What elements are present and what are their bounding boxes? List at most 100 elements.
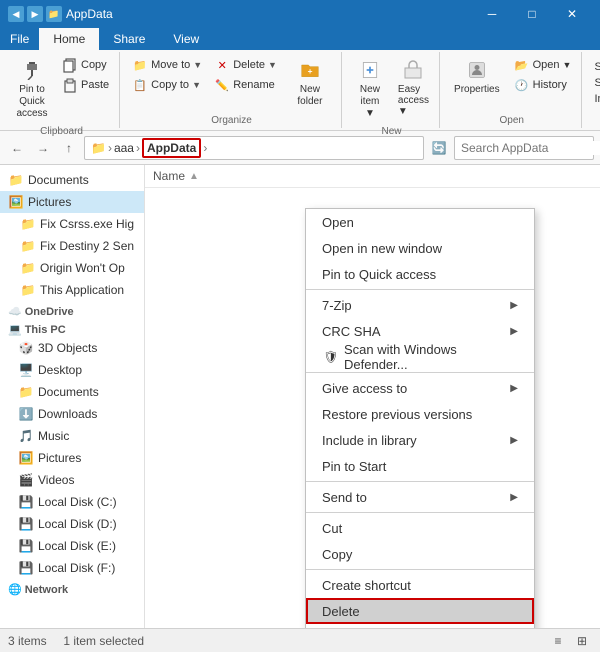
cm-cut[interactable]: Cut bbox=[306, 515, 534, 541]
select-all-button[interactable]: Select all bbox=[590, 60, 600, 74]
open-label: Open bbox=[533, 59, 560, 71]
sidebar-item-downloads[interactable]: ⬇️ Downloads bbox=[0, 403, 144, 425]
rename-button[interactable]: ✏️ Rename bbox=[210, 76, 281, 94]
maximize-button[interactable]: □ bbox=[512, 0, 552, 28]
addressbar: ← → ↑ 📁 › aaa › AppData › 🔄 🔍 bbox=[0, 131, 600, 165]
sidebar-label: OneDrive bbox=[25, 306, 74, 318]
sidebar-section-thispc[interactable]: 💻 This PC bbox=[0, 319, 144, 337]
tab-view[interactable]: View bbox=[159, 28, 213, 50]
pin-quick-button[interactable]: Pin to Quickaccess bbox=[10, 56, 54, 122]
sidebar-item-disk-e[interactable]: 💾 Local Disk (E:) bbox=[0, 535, 144, 557]
folder-icon: 📁 bbox=[18, 384, 34, 400]
cm-crc-sha[interactable]: CRC SHA ▶ bbox=[306, 318, 534, 344]
rename-label: Rename bbox=[233, 79, 275, 91]
tab-share[interactable]: Share bbox=[99, 28, 159, 50]
cm-defender[interactable]: 🛡 Scan with Windows Defender... bbox=[306, 344, 534, 370]
view-large-button[interactable]: ⊞ bbox=[572, 631, 592, 651]
path-appdata[interactable]: AppData bbox=[142, 138, 201, 158]
sidebar-item-pictures2[interactable]: 🖼️ Pictures bbox=[0, 447, 144, 469]
cm-pin-quick[interactable]: Pin to Quick access bbox=[306, 261, 534, 287]
cm-include-arrow: ▶ bbox=[510, 435, 518, 446]
cm-delete[interactable]: Delete bbox=[306, 598, 534, 624]
filearea-content[interactable]: No preview available. Open Open in new w… bbox=[145, 188, 600, 628]
history-button[interactable]: 🕐 History bbox=[510, 76, 576, 94]
cm-include-library[interactable]: Include in library ▶ bbox=[306, 427, 534, 453]
select-none-button[interactable]: Select none bbox=[590, 76, 600, 90]
easy-access-button[interactable]: Easy access ▼ bbox=[394, 56, 433, 119]
sidebar-label: 3D Objects bbox=[38, 341, 97, 355]
paste-button[interactable]: Paste bbox=[58, 76, 113, 94]
minimize-button[interactable]: ─ bbox=[472, 0, 512, 28]
copy-icon bbox=[62, 57, 78, 73]
cm-create-shortcut[interactable]: Create shortcut bbox=[306, 572, 534, 598]
view-details-button[interactable]: ≡ bbox=[548, 631, 568, 651]
cm-give-access[interactable]: Give access to ▶ bbox=[306, 375, 534, 401]
disk-icon: 💾 bbox=[18, 494, 34, 510]
ribbon-group-select: Select all Select none Invert selection … bbox=[584, 52, 600, 128]
path-folder-icon: 📁 bbox=[91, 141, 106, 155]
cm-restore[interactable]: Restore previous versions bbox=[306, 401, 534, 427]
delete-button[interactable]: ✕ Delete ▼ bbox=[210, 56, 281, 74]
close-button[interactable]: ✕ bbox=[552, 0, 592, 28]
new-folder-button[interactable]: + Newfolder bbox=[285, 56, 335, 110]
back-icon: ◀ bbox=[8, 6, 24, 22]
refresh-button[interactable]: 🔄 bbox=[428, 137, 450, 159]
cm-copy[interactable]: Copy bbox=[306, 541, 534, 567]
copy-button[interactable]: Copy bbox=[58, 56, 113, 74]
sidebar-item-desktop[interactable]: 🖥️ Desktop bbox=[0, 359, 144, 381]
titlebar-left: ◀ ▶ 📁 AppData bbox=[8, 6, 113, 22]
statusbar-right: ≡ ⊞ bbox=[548, 631, 592, 651]
open-button[interactable]: 📂 Open ▼ bbox=[510, 56, 576, 74]
sidebar-item-music[interactable]: 🎵 Music bbox=[0, 425, 144, 447]
delete-arrow: ▼ bbox=[268, 60, 277, 70]
path-aaa[interactable]: aaa bbox=[114, 141, 134, 155]
sidebar-item-disk-f[interactable]: 💾 Local Disk (F:) bbox=[0, 557, 144, 579]
properties-button[interactable]: Properties bbox=[448, 56, 506, 97]
sidebar-label: Desktop bbox=[38, 363, 82, 377]
cm-copy-label: Copy bbox=[322, 547, 352, 562]
cm-sep-2 bbox=[306, 372, 534, 373]
sidebar-item-pictures[interactable]: 🖼️ Pictures bbox=[0, 191, 144, 213]
cm-open-new-window[interactable]: Open in new window bbox=[306, 235, 534, 261]
copy-to-button[interactable]: 📋 Copy to ▼ bbox=[128, 76, 206, 94]
up-button[interactable]: ↑ bbox=[58, 137, 80, 159]
sidebar-section-onedrive[interactable]: ☁️ OneDrive bbox=[0, 301, 144, 319]
cm-cut-label: Cut bbox=[322, 521, 342, 536]
tab-file[interactable]: File bbox=[0, 28, 39, 50]
tab-home[interactable]: Home bbox=[39, 28, 99, 50]
organize-label: Organize bbox=[211, 115, 252, 128]
search-input[interactable] bbox=[461, 141, 600, 155]
network-icon: 🌐 bbox=[8, 583, 22, 596]
svg-text:+: + bbox=[307, 66, 312, 76]
cm-7zip[interactable]: 7-Zip ▶ bbox=[306, 292, 534, 318]
sidebar-label: Network bbox=[25, 584, 68, 596]
new-item-button[interactable]: Newitem ▼ bbox=[350, 56, 390, 122]
cm-sep-3 bbox=[306, 481, 534, 482]
move-to-button[interactable]: 📁 Move to ▼ bbox=[128, 56, 206, 74]
cm-defender-label: Scan with Windows Defender... bbox=[344, 342, 518, 372]
sort-icon: ▲ bbox=[189, 171, 199, 182]
cm-send-to[interactable]: Send to ▶ bbox=[306, 484, 534, 510]
sidebar-item-docs2[interactable]: 📁 Documents bbox=[0, 381, 144, 403]
sidebar-item-disk-c[interactable]: 💾 Local Disk (C:) bbox=[0, 491, 144, 513]
back-button[interactable]: ← bbox=[6, 137, 28, 159]
cm-include-label: Include in library bbox=[322, 433, 417, 448]
sidebar-label: Local Disk (C:) bbox=[38, 495, 117, 509]
cm-rename[interactable]: Rename bbox=[306, 624, 534, 628]
address-path[interactable]: 📁 › aaa › AppData › bbox=[84, 136, 424, 160]
sidebar-section-network[interactable]: 🌐 Network bbox=[0, 579, 144, 597]
cm-open[interactable]: Open bbox=[306, 209, 534, 235]
sidebar-item-disk-d[interactable]: 💾 Local Disk (D:) bbox=[0, 513, 144, 535]
forward-button[interactable]: → bbox=[32, 137, 54, 159]
cm-pin-start[interactable]: Pin to Start bbox=[306, 453, 534, 479]
cm-shortcut-label: Create shortcut bbox=[322, 578, 411, 593]
sidebar-item-3dobjects[interactable]: 🎲 3D Objects bbox=[0, 337, 144, 359]
sidebar-item-origin[interactable]: 📁 Origin Won't Op bbox=[0, 257, 144, 279]
move-copy-col: 📁 Move to ▼ 📋 Copy to ▼ bbox=[128, 56, 206, 94]
sidebar-item-videos[interactable]: 🎬 Videos bbox=[0, 469, 144, 491]
sidebar-item-this-app[interactable]: 📁 This Application bbox=[0, 279, 144, 301]
sidebar-item-documents[interactable]: 📁 Documents bbox=[0, 169, 144, 191]
invert-selection-button[interactable]: Invert selection bbox=[590, 92, 600, 106]
sidebar-item-fix-csrss[interactable]: 📁 Fix Csrss.exe Hig bbox=[0, 213, 144, 235]
sidebar-item-fix-destiny[interactable]: 📁 Fix Destiny 2 Sen bbox=[0, 235, 144, 257]
